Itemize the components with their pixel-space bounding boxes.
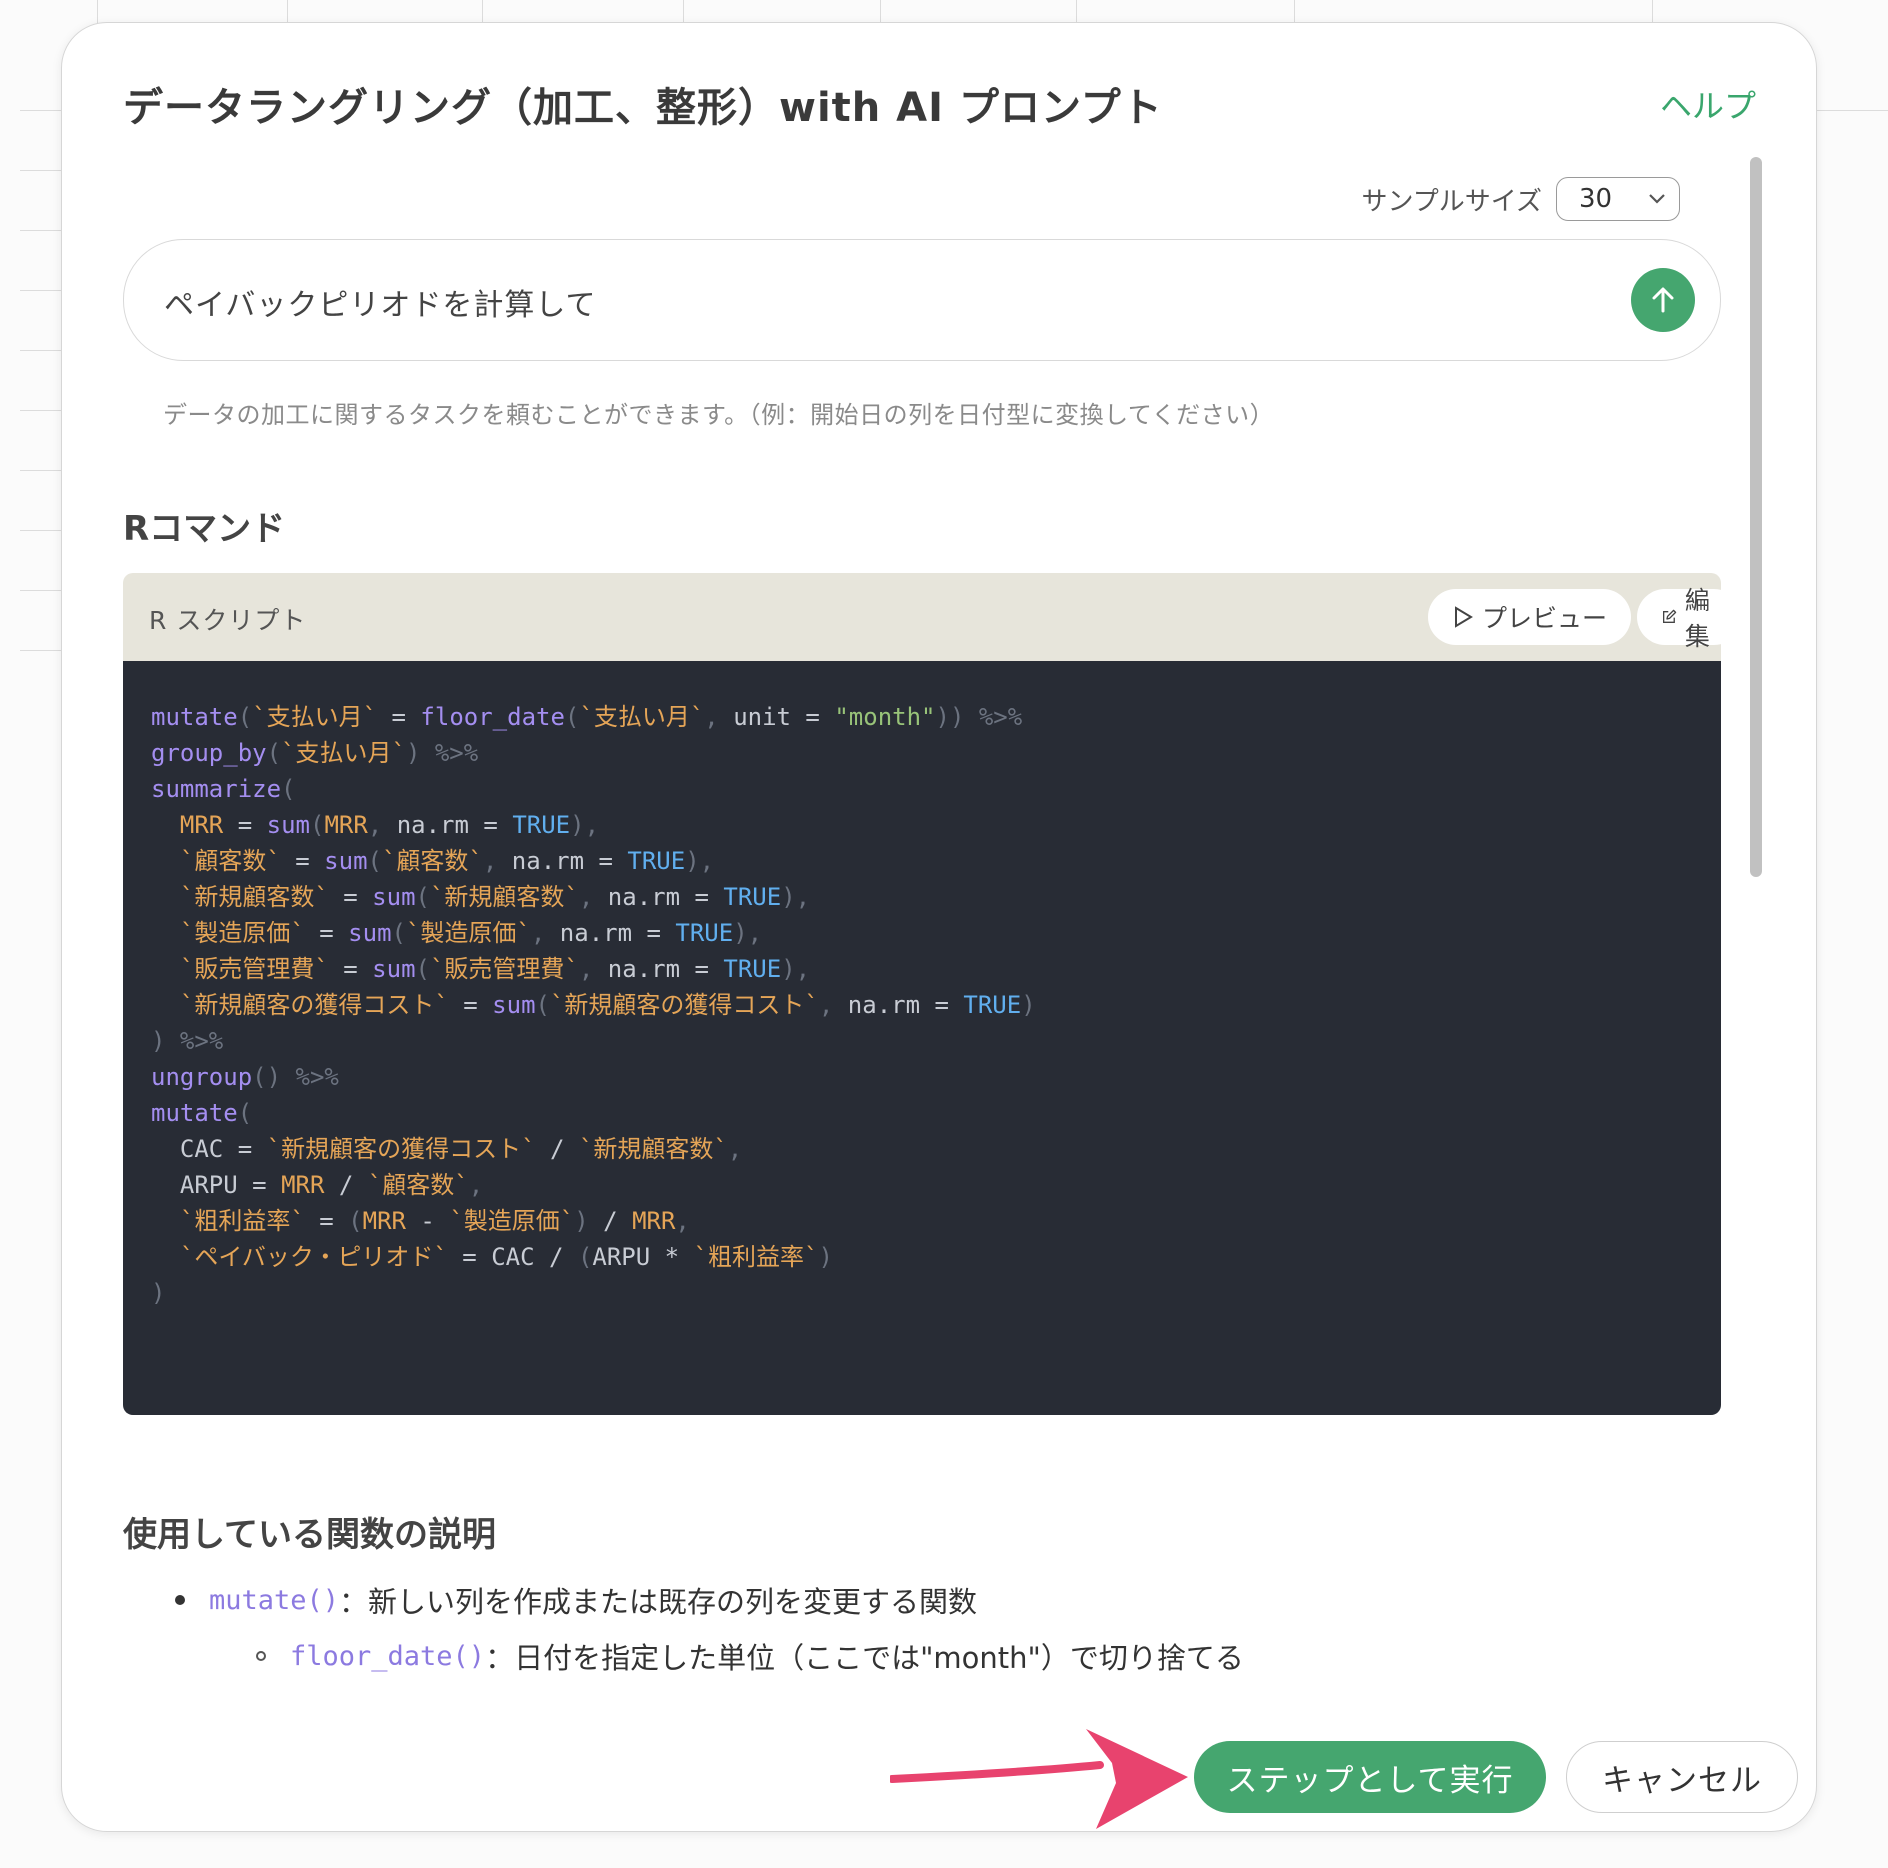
- grid-line: [20, 110, 65, 111]
- play-icon: [1455, 606, 1473, 628]
- help-link[interactable]: ヘルプ: [1660, 81, 1756, 127]
- send-button[interactable]: [1631, 268, 1695, 332]
- grid-line: [20, 650, 65, 651]
- function-item: floor_date() ：日付を指定した単位（ここでは"month"）で切り捨…: [256, 1635, 1244, 1677]
- chevron-down-icon: [1649, 194, 1665, 204]
- send-arrow-up-icon: [1652, 287, 1674, 313]
- grid-line: [20, 530, 65, 531]
- cancel-button[interactable]: キャンセル: [1566, 1741, 1798, 1813]
- dialog-title: データラングリング（加工、整形）with AI プロンプト: [123, 85, 1163, 131]
- prompt-hint: データの加工に関するタスクを頼むことができます。（例：開始日の列を日付型に変換し…: [163, 401, 1275, 429]
- annotation-arrow-icon: [890, 1729, 1188, 1829]
- grid-line: [20, 590, 65, 591]
- sample-size-label: サンプルサイズ: [1361, 186, 1542, 217]
- run-as-step-button[interactable]: ステップとして実行: [1194, 1741, 1546, 1813]
- grid-line: [20, 470, 65, 471]
- preview-button[interactable]: プレビュー: [1428, 589, 1632, 645]
- sample-size-control: サンプルサイズ 30: [1362, 177, 1680, 221]
- function-name: mutate(): [209, 1584, 340, 1616]
- r-script-card: R スクリプト プレビュー 編集 mutate(`支払い月` = floor_d…: [123, 573, 1721, 1415]
- function-item: mutate() ：新しい列を作成または既存の列を変更する関数: [175, 1579, 977, 1621]
- edit-label: 編集: [1684, 586, 1710, 651]
- function-description: ：日付を指定した単位（ここでは"month"）で切り捨てる: [485, 1641, 1244, 1675]
- r-command-heading: Rコマンド: [123, 509, 286, 549]
- edit-button[interactable]: 編集: [1637, 586, 1721, 651]
- prompt-input-value: ペイバックピリオドを計算して: [164, 288, 597, 323]
- r-script-header: R スクリプト プレビュー 編集: [123, 573, 1721, 661]
- grid-line: [1808, 110, 1888, 111]
- function-description: ：新しい列を作成または既存の列を変更する関数: [339, 1585, 978, 1619]
- bullet-icon: [175, 1595, 185, 1605]
- code-text: mutate(`支払い月` = floor_date(`支払い月`, unit …: [151, 703, 1036, 1307]
- grid-line: [20, 290, 65, 291]
- sample-size-select[interactable]: 30: [1556, 177, 1680, 221]
- grid-line: [20, 410, 65, 411]
- scrollbar[interactable]: [1750, 157, 1762, 877]
- grid-line: [20, 350, 65, 351]
- grid-line: [20, 170, 65, 171]
- sample-size-value: 30: [1579, 184, 1613, 214]
- r-script-label: R スクリプト: [149, 606, 307, 635]
- function-name: floor_date(): [290, 1640, 486, 1672]
- grid-line: [20, 230, 65, 231]
- bullet-icon: [256, 1651, 266, 1661]
- edit-icon: [1662, 609, 1677, 623]
- functions-heading: 使用している関数の説明: [123, 1515, 496, 1555]
- code-editor[interactable]: mutate(`支払い月` = floor_date(`支払い月`, unit …: [123, 661, 1721, 1415]
- prompt-input[interactable]: ペイバックピリオドを計算して: [123, 239, 1721, 361]
- ai-prompt-dialog: データラングリング（加工、整形）with AI プロンプト ヘルプ サンプルサイ…: [61, 22, 1817, 1832]
- preview-label: プレビュー: [1482, 604, 1608, 633]
